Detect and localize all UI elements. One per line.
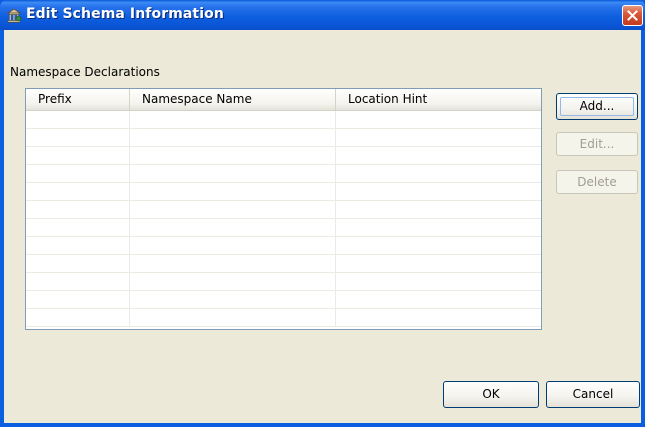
table-row[interactable] <box>26 201 541 219</box>
table-cell <box>130 255 336 272</box>
table-cell <box>26 111 130 128</box>
table-row[interactable] <box>26 129 541 147</box>
cancel-button[interactable]: Cancel <box>546 381 640 408</box>
table-row[interactable] <box>26 309 541 327</box>
table-cell <box>336 309 541 326</box>
table-cell <box>130 147 336 164</box>
table-row[interactable] <box>26 183 541 201</box>
delete-button-label: Delete <box>577 175 617 189</box>
table-row[interactable] <box>26 273 541 291</box>
table-cell <box>336 219 541 236</box>
table-cell <box>130 129 336 146</box>
table-row[interactable] <box>26 165 541 183</box>
add-button[interactable]: Add... <box>556 93 638 120</box>
edit-button-label: Edit... <box>579 137 615 151</box>
namespace-table[interactable]: Prefix Namespace Name Location Hint <box>25 88 542 330</box>
table-cell <box>26 273 130 290</box>
table-row[interactable] <box>26 147 541 165</box>
table-cell <box>336 183 541 200</box>
table-row[interactable] <box>26 237 541 255</box>
table-cell <box>130 183 336 200</box>
table-row[interactable] <box>26 219 541 237</box>
table-cell <box>26 129 130 146</box>
table-cell <box>26 201 130 218</box>
table-cell <box>336 147 541 164</box>
title-bar[interactable]: Edit Schema Information <box>0 0 645 30</box>
table-cell <box>336 291 541 308</box>
table-cell <box>26 309 130 326</box>
close-button[interactable] <box>622 5 643 26</box>
table-cell <box>130 273 336 290</box>
table-cell <box>26 255 130 272</box>
table-cell <box>130 111 336 128</box>
column-header-location-hint[interactable]: Location Hint <box>336 89 541 110</box>
table-cell <box>26 291 130 308</box>
table-row[interactable] <box>26 291 541 309</box>
column-header-namespace-name[interactable]: Namespace Name <box>130 89 336 110</box>
table-cell <box>26 147 130 164</box>
table-cell <box>26 237 130 254</box>
table-cell <box>336 111 541 128</box>
edit-button[interactable]: Edit... <box>556 132 638 156</box>
namespace-declarations-label: Namespace Declarations <box>10 65 160 79</box>
table-cell <box>130 219 336 236</box>
table-cell <box>336 237 541 254</box>
delete-button[interactable]: Delete <box>556 170 638 194</box>
table-cell <box>130 309 336 326</box>
ok-button-label: OK <box>482 387 500 401</box>
table-row[interactable] <box>26 111 541 129</box>
close-icon <box>627 10 638 21</box>
table-cell <box>26 183 130 200</box>
edit-schema-dialog: Edit Schema Information Namespace Declar… <box>0 0 645 427</box>
table-cell <box>336 273 541 290</box>
table-cell <box>130 237 336 254</box>
table-cell <box>336 165 541 182</box>
table-cell <box>336 129 541 146</box>
add-button-label: Add... <box>579 99 615 113</box>
schema-icon <box>6 7 22 23</box>
table-cell <box>26 165 130 182</box>
table-cell <box>130 201 336 218</box>
table-cell <box>336 255 541 272</box>
cancel-button-label: Cancel <box>572 387 614 401</box>
ok-button[interactable]: OK <box>443 381 539 408</box>
window-title: Edit Schema Information <box>26 6 224 22</box>
table-row[interactable] <box>26 255 541 273</box>
table-cell <box>336 201 541 218</box>
column-header-prefix[interactable]: Prefix <box>26 89 130 110</box>
table-cell <box>130 165 336 182</box>
table-cell <box>130 291 336 308</box>
table-cell <box>26 219 130 236</box>
table-header: Prefix Namespace Name Location Hint <box>26 89 541 111</box>
